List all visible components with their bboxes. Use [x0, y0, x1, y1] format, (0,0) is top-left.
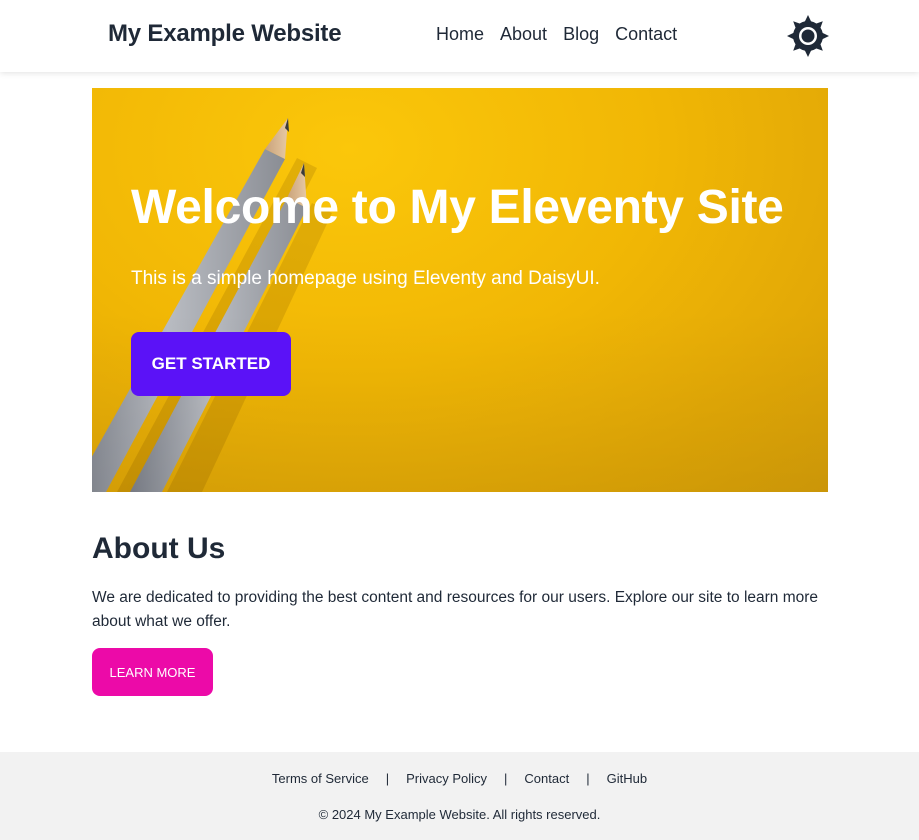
nav-link-blog[interactable]: Blog — [555, 22, 607, 47]
footer-separator: | — [586, 771, 590, 786]
footer-separator: | — [385, 771, 390, 786]
learn-more-button[interactable]: LEARN MORE — [92, 648, 213, 696]
about-text: We are dedicated to providing the best c… — [92, 589, 819, 630]
theme-toggle-button[interactable] — [786, 14, 830, 58]
nav-link-about[interactable]: About — [492, 22, 555, 47]
copyright-text: © 2024 My Example Website. All rights re… — [318, 807, 601, 822]
hero-overlay — [92, 88, 828, 492]
footer-link-contact[interactable]: Contact — [524, 771, 569, 786]
nav-link-home[interactable]: Home — [428, 22, 492, 47]
site-brand[interactable]: My Example Website — [108, 20, 342, 48]
footer-link-privacy[interactable]: Privacy Policy — [406, 771, 487, 786]
sun-icon — [787, 15, 829, 57]
footer: Terms of Service | Privacy Policy | Cont… — [0, 752, 919, 840]
footer-link-terms[interactable]: Terms of Service — [272, 771, 369, 786]
navbar: My Example Website Home About Blog Conta… — [0, 0, 919, 72]
get-started-button[interactable]: GET STARTED — [131, 332, 291, 396]
hero-title: Welcome to My Eleventy Site — [131, 181, 784, 234]
main-nav: Home About Blog Contact — [428, 22, 685, 47]
footer-separator: | — [504, 771, 508, 786]
about-title: About Us — [92, 532, 226, 565]
hero-banner: Welcome to My Eleventy Site This is a si… — [92, 88, 828, 492]
nav-link-contact[interactable]: Contact — [607, 22, 685, 47]
footer-links: Terms of Service | Privacy Policy | Cont… — [0, 771, 919, 786]
hero-subtitle: This is a simple homepage using Eleventy… — [131, 268, 600, 289]
footer-link-github[interactable]: GitHub — [607, 771, 647, 786]
